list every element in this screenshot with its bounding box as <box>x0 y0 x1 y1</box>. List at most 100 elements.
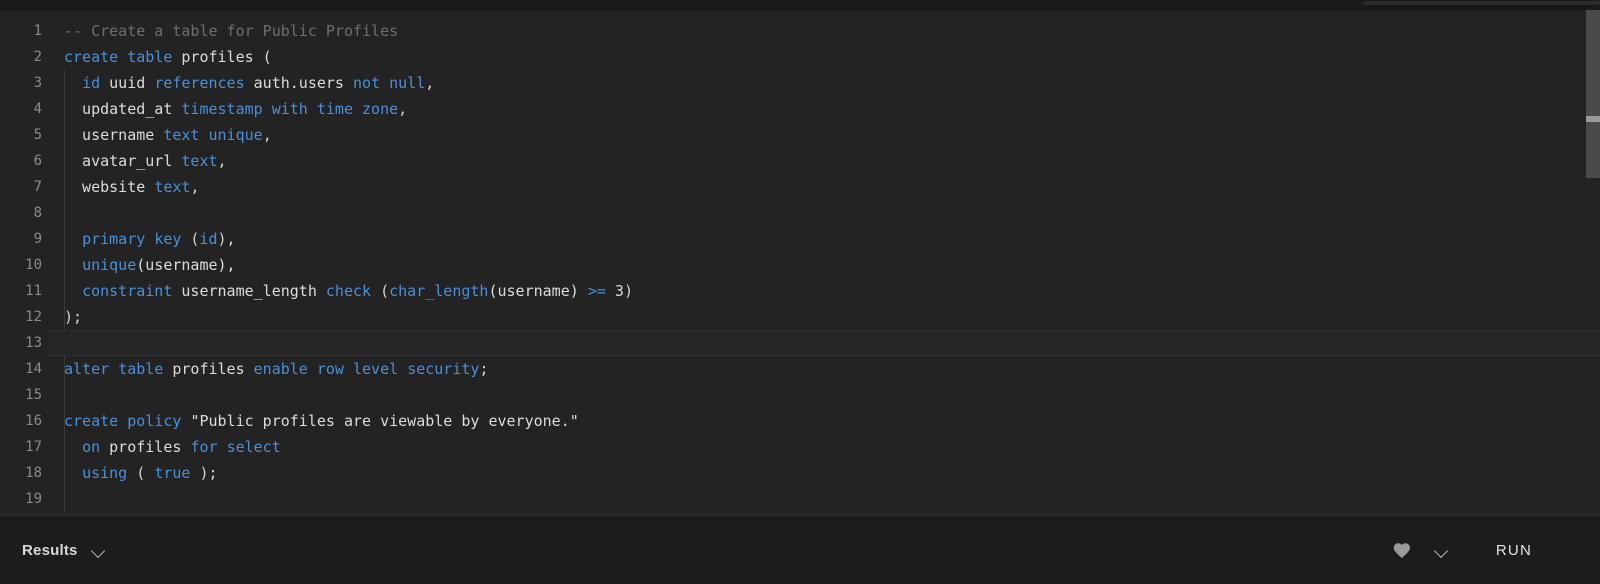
code-token-pun: ( <box>181 230 200 248</box>
sql-code-editor[interactable]: 1 -- Create a table for Public Profiles 2 c… <box>0 10 1600 516</box>
code-token-id: username_length <box>172 282 326 300</box>
code-tokens: alter table profiles enable row level se… <box>64 360 488 378</box>
code-line-content[interactable]: avatar_url text, <box>48 148 1600 174</box>
code-token-kw: table <box>127 48 173 66</box>
sql-editor-window: 1 -- Create a table for Public Profiles 2 c… <box>0 0 1600 584</box>
code-token-kw: enable <box>253 360 308 378</box>
code-line-content[interactable]: -- Create a table for Public Profiles <box>48 18 1600 44</box>
code-token-id: profiles <box>100 438 191 456</box>
code-line-content[interactable]: website text, <box>48 174 1600 200</box>
run-button[interactable]: RUN <box>1486 536 1542 565</box>
results-label: Results <box>22 541 78 559</box>
code-token-pun: ); <box>64 308 83 326</box>
code-tokens: constraint username_length check (char_l… <box>64 282 633 300</box>
code-token-pun: ( <box>371 282 390 300</box>
code-token-pun <box>308 100 317 118</box>
code-line-content[interactable]: create policy "Public profiles are viewa… <box>48 408 1600 434</box>
code-token-kw: primary <box>82 230 146 248</box>
code-line-content[interactable]: unique(username), <box>48 252 1600 278</box>
code-line[interactable]: 4 updated_at timestamp with time zone, <box>0 96 1600 122</box>
favorite-button[interactable] <box>1382 530 1422 570</box>
code-tokens: -- Create a table for Public Profiles <box>64 22 398 40</box>
horizontal-scrollbar-thumb[interactable] <box>1363 1 1600 5</box>
code-line[interactable]: 3 id uuid references auth.users not null… <box>0 70 1600 96</box>
line-number: 18 <box>25 465 42 481</box>
line-number: 2 <box>33 49 42 65</box>
code-line-content[interactable]: primary key (id), <box>48 226 1600 252</box>
code-line[interactable]: 11 constraint username_length check (cha… <box>0 278 1600 304</box>
code-line-content[interactable]: on profiles for select <box>48 434 1600 460</box>
code-token-pun <box>344 360 353 378</box>
code-line[interactable]: 10 unique(username), <box>0 252 1600 278</box>
code-line[interactable]: 2 create table profiles ( <box>0 44 1600 70</box>
code-token-pun <box>64 464 82 482</box>
code-line-content[interactable]: alter table profiles enable row level se… <box>48 356 1600 382</box>
code-line-content[interactable]: id uuid references auth.users not null, <box>48 70 1600 96</box>
code-token-pun <box>64 282 82 300</box>
code-line-content[interactable]: using ( true ); <box>48 460 1600 486</box>
code-line-content[interactable]: updated_at timestamp with time zone, <box>48 96 1600 122</box>
code-token-pun <box>308 360 317 378</box>
code-line[interactable]: 12); <box>0 304 1600 330</box>
vertical-scrollbar-track-lower[interactable] <box>1586 122 1600 178</box>
code-line[interactable]: 13 <box>0 330 1600 356</box>
chevron-down-icon <box>1435 546 1449 555</box>
code-token-kw: true <box>154 464 191 482</box>
code-token-pun <box>398 360 407 378</box>
line-number: 9 <box>33 231 42 247</box>
code-line[interactable]: 18 using ( true ); <box>0 460 1600 486</box>
code-line[interactable]: 5 username text unique, <box>0 122 1600 148</box>
code-line-content[interactable]: create table profiles ( <box>48 44 1600 70</box>
code-token-pun <box>118 48 127 66</box>
code-token-kw: null <box>389 74 426 92</box>
code-token-kw: id <box>82 74 101 92</box>
code-token-kw: unique <box>82 256 137 274</box>
run-options-button[interactable] <box>1422 530 1462 570</box>
code-token-pun <box>380 74 389 92</box>
code-line[interactable]: 7 website text, <box>0 174 1600 200</box>
code-tokens: id uuid references auth.users not null, <box>64 74 434 92</box>
code-token-id: profiles <box>163 360 254 378</box>
chevron-down-icon[interactable] <box>92 546 106 555</box>
code-token-pun: , <box>262 126 272 144</box>
code-line-content[interactable]: username text unique, <box>48 122 1600 148</box>
code-token-kw: references <box>154 74 245 92</box>
code-token-kw: zone <box>362 100 399 118</box>
code-token-id: uuid <box>100 74 155 92</box>
line-number: 15 <box>25 387 42 403</box>
code-token-kw: create <box>64 48 119 66</box>
code-token-kw: create <box>64 412 119 430</box>
code-token-pun <box>199 126 208 144</box>
code-line[interactable]: 17 on profiles for select <box>0 434 1600 460</box>
code-token-id: website <box>64 178 155 196</box>
code-line[interactable]: 8 <box>0 200 1600 226</box>
code-token-pun: , <box>425 74 435 92</box>
code-token-pun <box>109 360 118 378</box>
results-panel-toggle[interactable]: Results <box>22 542 106 559</box>
code-line-content[interactable] <box>48 330 1600 356</box>
code-line-content[interactable] <box>48 200 1600 226</box>
code-line[interactable]: 15 <box>0 382 1600 408</box>
vertical-scrollbar[interactable] <box>1586 10 1600 515</box>
code-line[interactable]: 6 avatar_url text, <box>0 148 1600 174</box>
code-line-content[interactable]: ); <box>48 304 1600 330</box>
code-line[interactable]: 19 <box>0 486 1600 512</box>
code-line[interactable]: 9 primary key (id), <box>0 226 1600 252</box>
code-line-content[interactable] <box>48 486 1600 512</box>
code-line-content[interactable] <box>48 382 1600 408</box>
code-line[interactable]: 14 alter table profiles enable row level … <box>0 356 1600 382</box>
code-token-pun: ); <box>190 464 218 482</box>
code-line[interactable]: 16 create policy "Public profiles are vie… <box>0 408 1600 434</box>
line-number: 3 <box>33 75 42 91</box>
code-token-pun <box>353 100 362 118</box>
line-number: 5 <box>33 127 42 143</box>
code-lines-container[interactable]: 1 -- Create a table for Public Profiles 2 c… <box>0 10 1600 515</box>
code-token-pun <box>64 230 82 248</box>
code-token-kw: check <box>325 282 372 300</box>
code-line[interactable]: 1 -- Create a table for Public Profiles <box>0 18 1600 44</box>
vertical-scrollbar-track-upper[interactable] <box>1586 10 1600 116</box>
code-tokens: updated_at timestamp with time zone, <box>64 100 407 118</box>
code-token-id: updated_at <box>64 100 182 118</box>
code-line-content[interactable]: constraint username_length check (char_l… <box>48 278 1600 304</box>
code-token-pun <box>64 256 82 274</box>
